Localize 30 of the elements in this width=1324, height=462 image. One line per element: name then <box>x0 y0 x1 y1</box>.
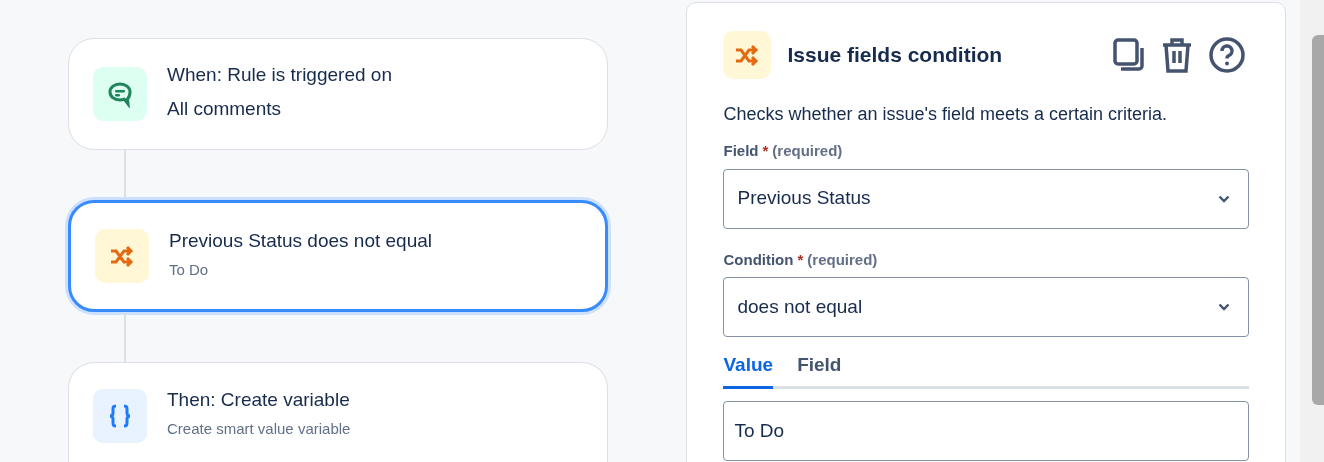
chevron-down-icon <box>1218 194 1230 203</box>
tab[interactable]: Value <box>723 351 774 389</box>
rule-step-card[interactable]: Then: Create variable Create smart value variable <box>68 362 608 462</box>
comment-icon <box>106 80 134 108</box>
field-label: Field <box>723 142 759 159</box>
step-subtitle: To Do <box>169 260 210 281</box>
scrollbar-thumb[interactable] <box>1312 35 1324 405</box>
rule-step-card[interactable]: When: Rule is triggered on All comments <box>68 38 608 150</box>
value-input[interactable]: To Do <box>723 400 1249 461</box>
rule-step-card[interactable]: Previous Status does not equal To Do <box>68 200 608 312</box>
required-note: (required) <box>807 250 878 268</box>
field-label: Condition <box>723 250 794 268</box>
panel-description: Checks whether an issue's field meets a certain criteria. <box>723 103 1169 126</box>
tab[interactable]: Field <box>797 351 842 389</box>
help-icon[interactable] <box>1209 37 1245 73</box>
panel-title: Issue fields condition <box>787 42 1003 69</box>
select-field[interactable]: Previous Status <box>723 168 1249 229</box>
step-subtitle: Create smart value variable <box>167 418 351 439</box>
step-subtitle: All comments <box>167 97 283 122</box>
copy-icon[interactable] <box>1113 38 1145 72</box>
step-title: Previous Status does not equal <box>169 230 432 254</box>
step-title: When: Rule is triggered on <box>167 64 392 88</box>
scrollbar[interactable] <box>1300 0 1324 462</box>
required-asterisk: * <box>797 250 804 268</box>
delete-icon[interactable] <box>1161 37 1193 73</box>
required-note: (required) <box>772 142 843 159</box>
chevron-down-icon <box>1218 303 1230 311</box>
required-asterisk: * <box>762 142 769 159</box>
step-title: Then: Create variable <box>167 389 351 412</box>
select-field[interactable]: does not equal <box>723 277 1249 337</box>
